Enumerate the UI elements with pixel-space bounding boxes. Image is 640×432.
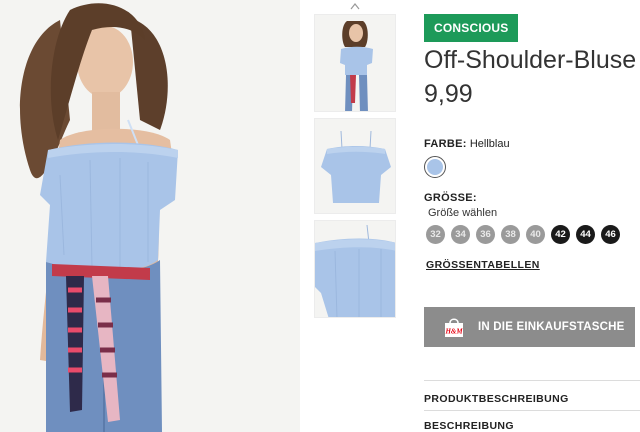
thumbnail-image bbox=[315, 15, 395, 111]
svg-text:H&M: H&M bbox=[444, 328, 463, 336]
color-value: Hellblau bbox=[469, 138, 510, 150]
swatch-fill bbox=[427, 159, 443, 175]
size-option-32[interactable]: 32 bbox=[426, 225, 445, 244]
color-swatch-hellblau[interactable] bbox=[424, 156, 446, 178]
size-chart-link[interactable]: GRÖSSENTABELLEN bbox=[426, 259, 540, 271]
divider bbox=[424, 410, 640, 411]
product-price: 9,99 bbox=[424, 80, 473, 108]
size-hint: Größe wählen bbox=[428, 207, 498, 219]
size-option-44[interactable]: 44 bbox=[576, 225, 595, 244]
size-option-34[interactable]: 34 bbox=[451, 225, 470, 244]
add-to-bag-button[interactable]: H&M IN DIE EINKAUFSTASCHE bbox=[424, 307, 635, 347]
thumbnail-product-detail[interactable] bbox=[314, 220, 396, 318]
product-main-image[interactable] bbox=[0, 0, 300, 432]
thumbnail-image bbox=[315, 221, 395, 317]
thumbnail-image bbox=[315, 119, 395, 213]
add-to-bag-label: IN DIE EINKAUFSTASCHE bbox=[478, 321, 625, 333]
size-selector: 32 34 36 38 40 42 44 46 bbox=[426, 225, 620, 244]
conscious-badge: CONSCIOUS bbox=[424, 14, 519, 42]
section-produktbeschreibung[interactable]: PRODUKTBESCHREIBUNG bbox=[424, 393, 569, 405]
divider bbox=[424, 380, 640, 381]
model-photo bbox=[0, 0, 300, 432]
product-info-panel: CONSCIOUS Off-Shoulder-Bluse 9,99 FARBE:… bbox=[424, 0, 640, 432]
shopping-bag-icon: H&M bbox=[444, 318, 463, 337]
size-label: GRÖSSE: bbox=[424, 192, 477, 204]
size-option-42[interactable]: 42 bbox=[551, 225, 570, 244]
thumbnail-model-front[interactable] bbox=[314, 14, 396, 112]
size-option-40[interactable]: 40 bbox=[526, 225, 545, 244]
product-title: Off-Shoulder-Bluse bbox=[424, 46, 637, 74]
thumbnail-gallery bbox=[310, 0, 400, 432]
color-label: FARBE: Hellblau bbox=[424, 138, 510, 150]
color-label-key: FARBE: bbox=[424, 138, 467, 150]
section-beschreibung[interactable]: BESCHREIBUNG bbox=[424, 420, 514, 432]
size-option-36[interactable]: 36 bbox=[476, 225, 495, 244]
size-option-38[interactable]: 38 bbox=[501, 225, 520, 244]
chevron-up-icon[interactable] bbox=[350, 2, 360, 10]
size-option-46[interactable]: 46 bbox=[601, 225, 620, 244]
thumbnail-product-flat[interactable] bbox=[314, 118, 396, 214]
